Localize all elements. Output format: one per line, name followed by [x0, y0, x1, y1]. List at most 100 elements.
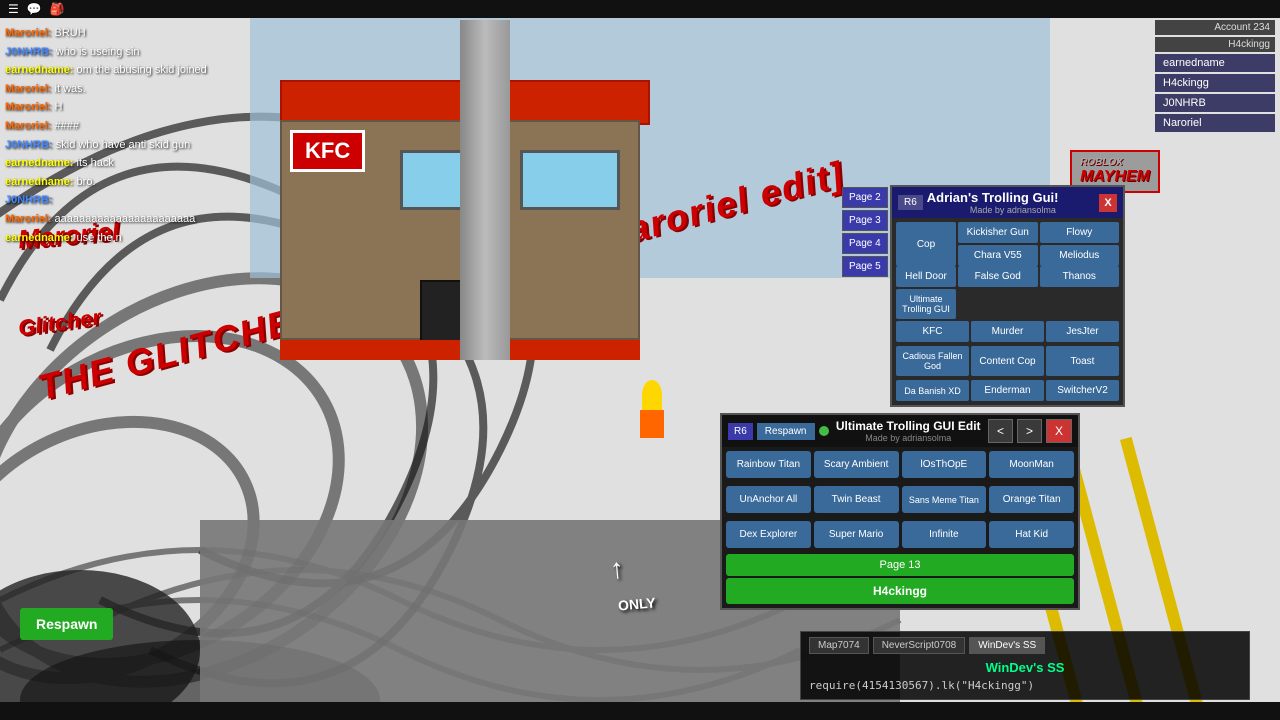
orange-titan-btn[interactable]: Orange Titan — [989, 486, 1074, 513]
chat-line: Maroriel: it was. — [5, 81, 235, 99]
ultimate-trolling-gui-btn[interactable]: Ultimate Trolling GUI — [896, 289, 956, 319]
flowy-btn[interactable]: Flowy — [1040, 222, 1120, 243]
game-scene: KFC — [280, 80, 660, 360]
page-label: Page 13 — [726, 554, 1074, 576]
player-character — [640, 380, 664, 438]
console-tab-map[interactable]: Map7074 — [809, 637, 869, 654]
windev-highlight: WinDev's SS — [809, 658, 1241, 677]
status-indicator — [819, 426, 829, 436]
unanchor-all-btn[interactable]: UnAnchor All — [726, 486, 811, 513]
chat-line: earnedname: om the abusing skid joined — [5, 62, 235, 80]
moonman-btn[interactable]: MoonMan — [989, 451, 1074, 478]
kfc-sign: KFC — [290, 130, 365, 172]
infinite-btn[interactable]: Infinite — [902, 521, 987, 548]
chat-name: Maroriel: — [5, 101, 51, 113]
console-tab-neverscript[interactable]: NeverScript0708 — [873, 637, 965, 654]
content-cop-btn[interactable]: Content Cop — [971, 346, 1044, 376]
chat-box: Maroriel: BRUH J0NHRB: who is useing sin… — [5, 25, 235, 248]
chat-name: Maroriel: — [5, 83, 51, 95]
kfc-btn[interactable]: KFC — [896, 321, 969, 342]
road-only-text: ONLY — [617, 594, 656, 613]
ultimate-prev-btn[interactable]: < — [988, 419, 1013, 443]
console-tabs: Map7074 NeverScript0708 WinDev's SS — [809, 637, 1241, 654]
sans-meme-titan-btn[interactable]: Sans Meme Titan — [902, 486, 987, 513]
chat-line: J0NHRB: who is useing sin — [5, 44, 235, 62]
bottom-bar — [0, 702, 1280, 720]
player-earnedname[interactable]: earnedname — [1155, 54, 1275, 72]
ultimate-btn-row-3: Dex Explorer Super Mario Infinite Hat Ki… — [722, 517, 1078, 552]
menu-icon[interactable]: ☰ — [8, 2, 19, 16]
console-tab-windev[interactable]: WinDev's SS — [969, 637, 1045, 654]
murder-btn[interactable]: Murder — [971, 321, 1044, 342]
chat-line: J0NHRB: skid who have anti skid gun — [5, 137, 235, 155]
da-banish-btn[interactable]: Da Banish XD — [896, 380, 969, 401]
toast-btn[interactable]: Toast — [1046, 346, 1119, 376]
chat-name: earnedname: — [5, 157, 73, 169]
player-h4ckingg[interactable]: H4ckingg — [1155, 74, 1275, 92]
ultimate-trolling-gui: R6 Respawn Ultimate Trolling GUI Edit Ma… — [720, 413, 1080, 610]
chat-icon[interactable]: 💬 — [27, 2, 42, 16]
ultimate-gui-subtitle: Made by adriansolma — [833, 433, 984, 443]
hell-door-btn[interactable]: Hell Door — [896, 266, 956, 287]
chat-name: J0NHRB: — [5, 194, 53, 206]
trolling-gui: Page 2 Page 3 Page 4 Page 5 R6 Adrian's … — [890, 185, 1125, 407]
chat-line: Maroriel: aaaaaaaaaaaaaaaaaaaaaaa — [5, 211, 235, 229]
name-label[interactable]: H4ckingg — [726, 578, 1074, 604]
ultimate-close-btn[interactable]: X — [1046, 419, 1072, 443]
user-panel: Account 234 H4ckingg earnedname H4ckingg… — [1155, 20, 1275, 134]
switcher-v2-btn[interactable]: SwitcherV2 — [1046, 380, 1119, 401]
page2-btn[interactable]: Page 2 — [842, 187, 888, 208]
road-arrow: ↑ — [609, 552, 626, 585]
dex-explorer-btn[interactable]: Dex Explorer — [726, 521, 811, 548]
chat-name: earnedname: — [5, 64, 73, 76]
mayhem-line2: MAYHEM — [1080, 168, 1150, 186]
page-sidebar: Page 2 Page 3 Page 4 Page 5 — [842, 187, 890, 279]
trolling-made-by: Made by adriansolma — [927, 205, 1099, 215]
page3-btn[interactable]: Page 3 — [842, 210, 888, 231]
chat-name: Maroriel: — [5, 213, 51, 225]
chat-line: J0NHRB: — [5, 192, 235, 210]
ultimate-next-btn[interactable]: > — [1017, 419, 1042, 443]
ultimate-r6-badge: R6 — [728, 423, 753, 440]
ultimate-gui-title: Ultimate Trolling GUI Edit — [833, 419, 984, 433]
cadious-btn[interactable]: Cadious Fallen God — [896, 346, 969, 376]
chat-line: Maroriel: BRUH — [5, 25, 235, 43]
chat-line: Maroriel: H — [5, 99, 235, 117]
respawn-button[interactable]: Respawn — [20, 608, 113, 640]
ultimate-btn-row-2: UnAnchor All Twin Beast Sans Meme Titan … — [722, 482, 1078, 517]
cop-btn[interactable]: Cop — [896, 222, 956, 266]
player-j0nhrb[interactable]: J0NHRB — [1155, 94, 1275, 112]
bottom-console: Map7074 NeverScript0708 WinDev's SS WinD… — [800, 631, 1250, 700]
kickisher-gun-btn[interactable]: Kickisher Gun — [958, 222, 1038, 243]
page5-btn[interactable]: Page 5 — [842, 256, 888, 277]
current-username: H4ckingg — [1155, 37, 1275, 52]
page4-btn[interactable]: Page 4 — [842, 233, 888, 254]
iosthope-btn[interactable]: lOsThOpE — [902, 451, 987, 478]
r6-badge: R6 — [898, 195, 923, 210]
chat-name: earnedname: — [5, 176, 73, 188]
chat-line: earnedname: its hack — [5, 155, 235, 173]
rainbow-titan-btn[interactable]: Rainbow Titan — [726, 451, 811, 478]
mayhem-line1: Roblox — [1080, 157, 1150, 168]
meliodus-btn[interactable]: Meliodus — [1040, 245, 1120, 266]
scary-ambient-btn[interactable]: Scary Ambient — [814, 451, 899, 478]
jesjter-btn[interactable]: JesJter — [1046, 321, 1119, 342]
super-mario-btn[interactable]: Super Mario — [814, 521, 899, 548]
twin-beast-btn[interactable]: Twin Beast — [814, 486, 899, 513]
top-bar: ☰ 💬 🎒 — [0, 0, 1280, 18]
hat-kid-btn[interactable]: Hat Kid — [989, 521, 1074, 548]
chat-line: Maroriel: #### — [5, 118, 235, 136]
console-code: require(4154130567).lk("H4ckingg") — [809, 677, 1241, 694]
trolling-close-btn[interactable]: X — [1099, 194, 1117, 212]
thanos-btn[interactable]: Thanos — [1040, 266, 1120, 287]
chat-name: Maroriel: — [5, 27, 51, 39]
chat-name: J0NHRB: — [5, 139, 53, 151]
ultimate-respawn-btn[interactable]: Respawn — [757, 423, 815, 440]
trolling-gui-title: Adrian's Trolling Gui! — [927, 190, 1099, 205]
chara-v55-btn[interactable]: Chara V55 — [958, 245, 1038, 266]
false-god-btn[interactable]: False God — [958, 266, 1038, 287]
enderman-btn[interactable]: Enderman — [971, 380, 1044, 401]
backpack-icon[interactable]: 🎒 — [50, 2, 65, 16]
chat-name: Maroriel: — [5, 120, 51, 132]
player-naroriel[interactable]: Naroriel — [1155, 114, 1275, 132]
